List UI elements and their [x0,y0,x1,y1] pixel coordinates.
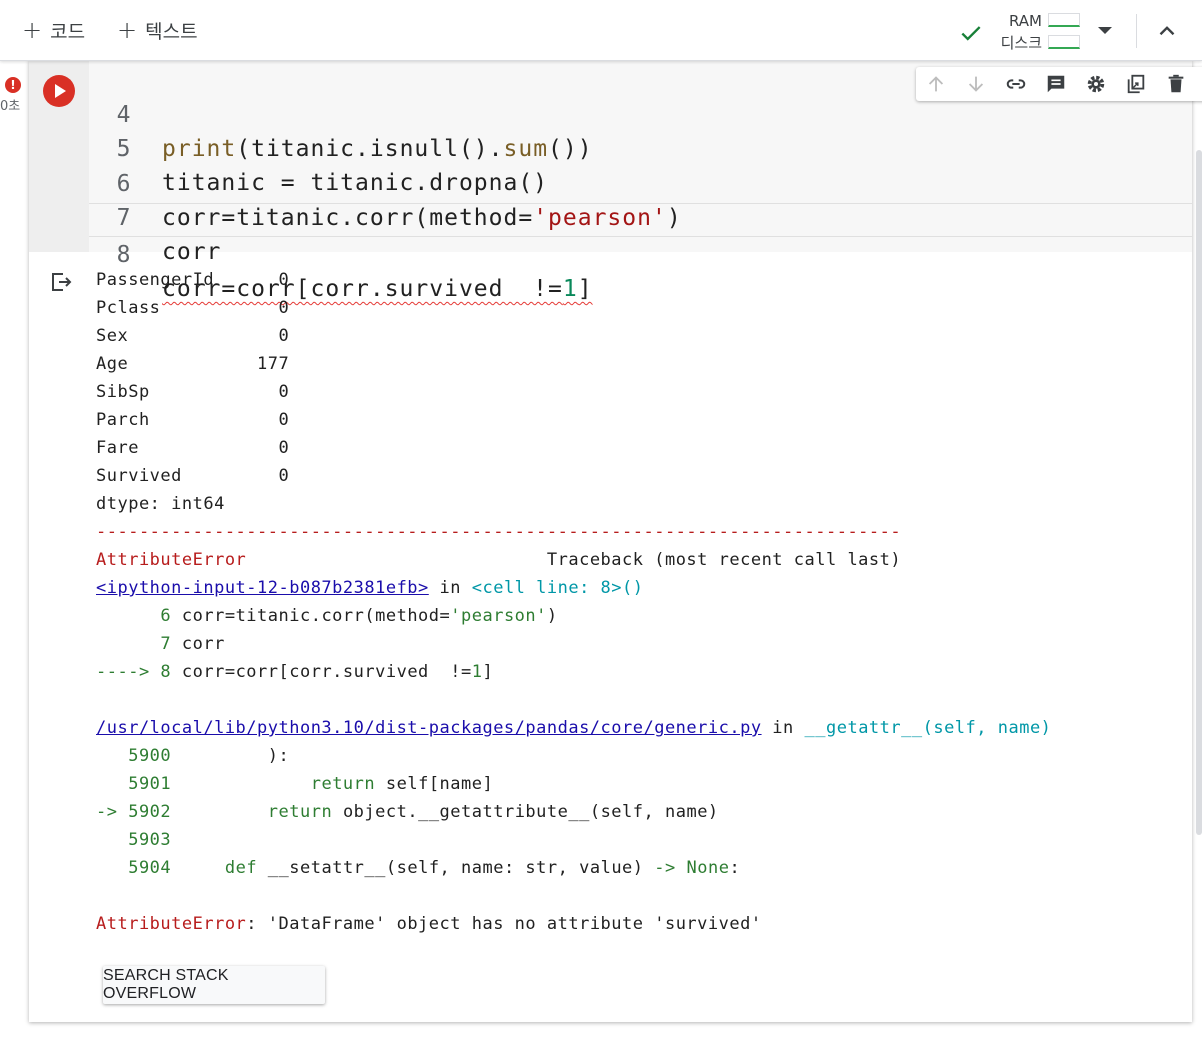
check-icon[interactable] [958,20,984,46]
traceback-frame-func: __getattr__(self, name) [804,718,1052,738]
cell-settings-button[interactable] [1076,67,1116,101]
error-status-icon: ! [5,77,21,93]
output-icon[interactable] [49,270,73,294]
toolbar-divider [1136,14,1137,48]
add-text-label: 텍스트 [145,20,198,43]
delete-cell-button[interactable] [1156,67,1196,101]
traceback-code-line: 5901 return self[name] [96,774,494,794]
series-row: Survived 0 [96,466,290,486]
add-comment-button[interactable] [1036,67,1076,101]
copy-link-button[interactable] [996,67,1036,101]
traceback-code-line: -> 5902 return object.__getattribute__(s… [96,802,719,822]
error-name: AttributeError [96,914,247,934]
resource-monitor[interactable]: RAM 디스크 [992,10,1042,54]
add-code-button[interactable]: + 코드 [22,14,85,46]
plus-icon: + [117,16,138,44]
traceback-frame-link[interactable]: <ipython-input-12-b087b2381efb> [96,578,429,598]
dtype-line: dtype: int64 [96,494,225,514]
arrow-down-icon [968,76,984,92]
traceback-code-line: 5903 [96,830,182,850]
cell-toolbar [916,67,1202,101]
cell-output: PassengerId 0 Pclass 0 Sex 0 Age 177 Sib… [96,270,1052,934]
traceback-frame-link[interactable]: /usr/local/lib/python3.10/dist-packages/… [96,718,762,738]
execution-time: 0초 [0,99,21,114]
plus-icon: + [22,16,43,44]
traceback-code-line: 7 corr [96,634,225,654]
more-options-button[interactable] [1196,67,1202,101]
arrow-up-icon [928,76,944,92]
mirror-cell-icon [1127,74,1145,94]
series-row: PassengerId 0 [96,270,290,290]
comment-icon [1047,75,1065,93]
series-row: Age 177 [96,354,290,374]
code-line: 7 corr [89,167,1192,265]
chevron-up-icon[interactable] [1152,18,1182,44]
ram-label: RAM [1008,12,1042,30]
code-line-active: 8 corr=corr[corr.survived !=1] [89,203,1192,302]
error-message: : 'DataFrame' object has no attribute 's… [246,914,762,934]
series-row: Fare 0 [96,438,290,458]
chevron-down-icon[interactable] [1098,27,1112,34]
notebook-toolbar: + 코드 + 텍스트 RAM 디스크 [0,0,1202,61]
code-editor[interactable]: 4 print(titanic.isnull().sum()) 5 titani… [89,60,1202,302]
code-cell[interactable]: 4 print(titanic.isnull().sum()) 5 titani… [29,60,1202,1022]
move-up-button[interactable] [916,67,956,101]
disk-meter [1048,35,1080,49]
gear-icon [1087,75,1105,93]
run-cell-button[interactable] [43,75,75,107]
traceback-code-line: ----> 8 corr=corr[corr.survived !=1] [96,662,494,682]
add-text-button[interactable]: + 텍스트 [117,14,198,46]
traceback-frame-func: <cell line: 8>() [471,578,644,598]
series-row: Sex 0 [96,326,290,346]
traceback-code-line: 5900 ): [96,746,290,766]
link-icon [1006,79,1026,89]
traceback-code-line: 5904 def __setattr__(self, name: str, va… [96,858,741,878]
cell-gutter [29,60,89,252]
add-code-label: 코드 [50,20,86,43]
page-scrollbar[interactable] [1196,150,1202,835]
error-name: AttributeError [96,550,247,570]
mirror-cell-button[interactable] [1116,67,1156,101]
series-row: Parch 0 [96,410,290,430]
series-row: SibSp 0 [96,382,290,402]
trash-icon [1168,74,1184,93]
traceback-header: Traceback (most recent call last) [546,550,902,570]
move-down-button[interactable] [956,67,996,101]
traceback-separator: ----------------------------------------… [96,522,902,542]
series-row: Pclass 0 [96,298,290,318]
ram-meter [1048,13,1080,27]
code-line: 5 titanic = titanic.dropna() [89,98,1192,196]
code-line: 6 corr=titanic.corr(method='pearson') [89,133,1192,231]
traceback-code-line: 6 corr=titanic.corr(method='pearson') [96,606,558,626]
disk-label: 디스크 [1000,34,1042,52]
search-stack-overflow-button[interactable]: SEARCH STACK OVERFLOW [103,966,325,1004]
